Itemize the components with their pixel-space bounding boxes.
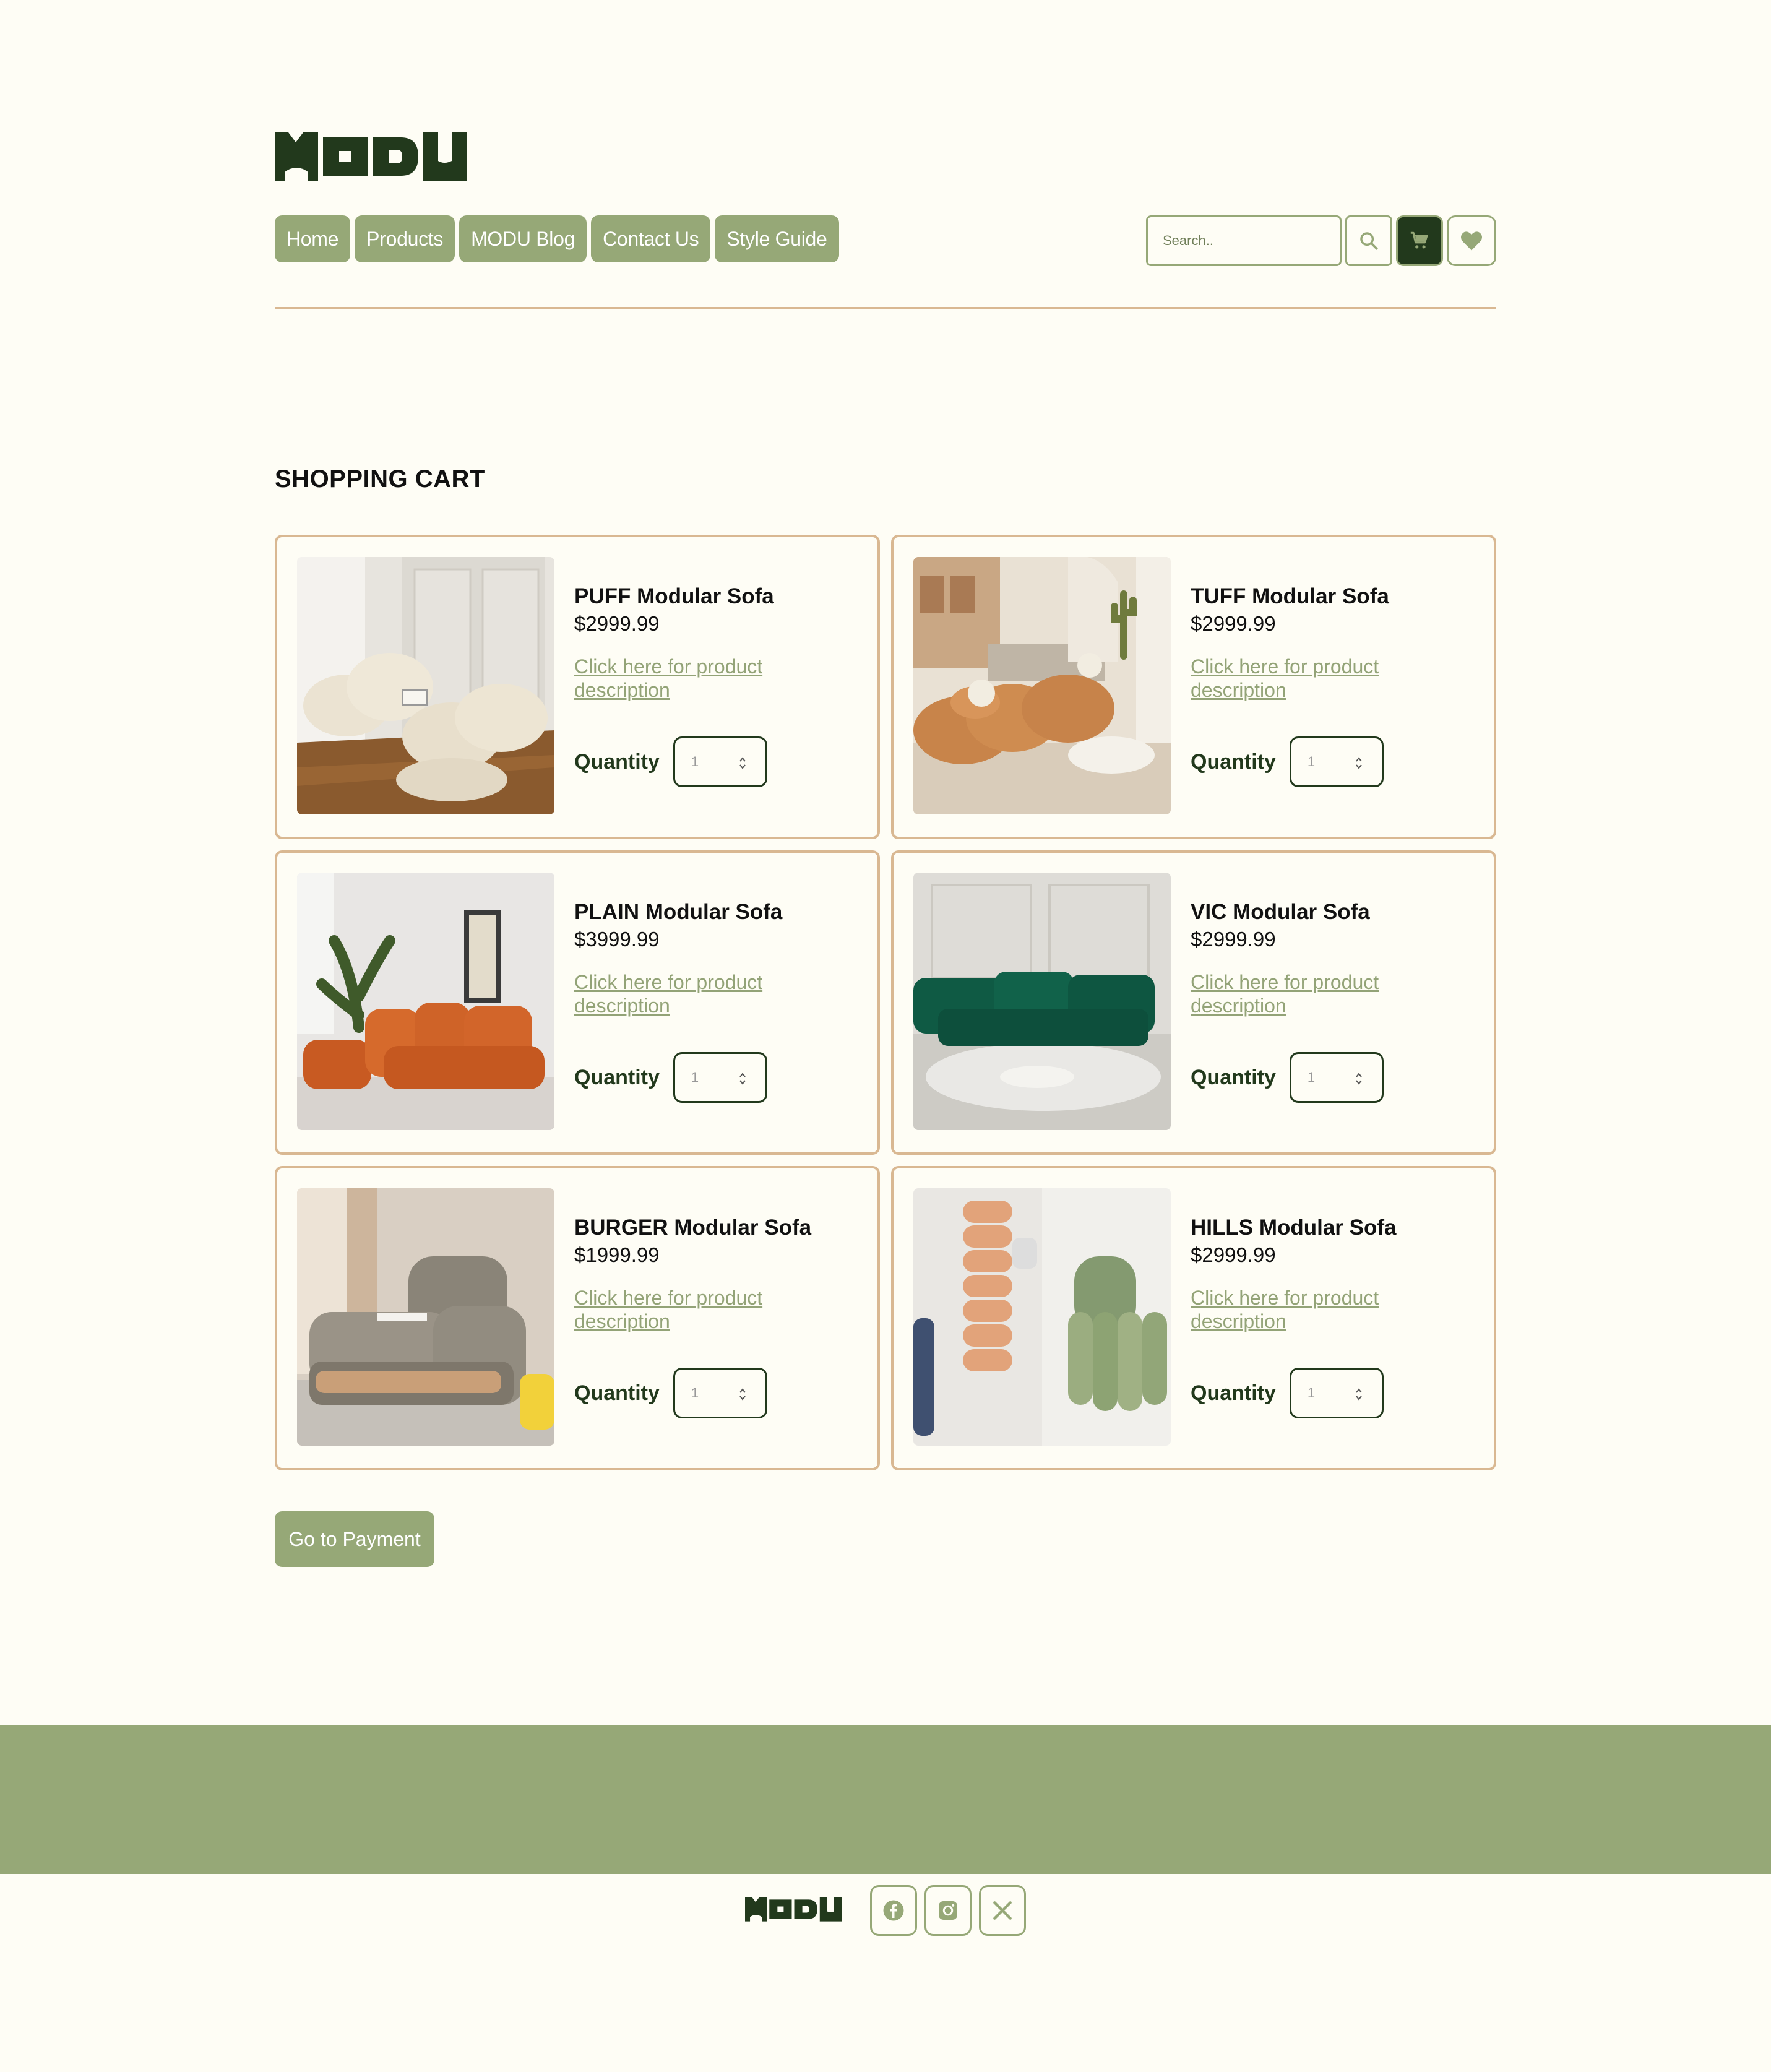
quantity-row: Quantity 1 xyxy=(1191,736,1384,787)
quantity-value: 1 xyxy=(1307,754,1316,769)
quantity-row: Quantity 1 xyxy=(574,736,767,787)
quantity-value: 1 xyxy=(691,1069,699,1085)
go-to-payment-button[interactable]: Go to Payment xyxy=(275,1511,434,1567)
product-description-link[interactable]: Click here for product description xyxy=(1191,655,1395,702)
product-description-link[interactable]: Click here for product description xyxy=(574,970,778,1017)
cart-grid: PUFF Modular Sofa $2999.99 Click here fo… xyxy=(275,535,1496,1470)
quantity-value: 1 xyxy=(1307,1385,1316,1401)
product-price: $2999.99 xyxy=(1191,1243,1276,1266)
modu-logo-icon xyxy=(275,132,467,181)
spinner-icon[interactable] xyxy=(738,1071,747,1086)
facebook-link[interactable] xyxy=(870,1885,917,1936)
search-button[interactable] xyxy=(1345,215,1392,266)
quantity-label: Quantity xyxy=(1191,1065,1276,1089)
spinner-icon[interactable] xyxy=(1355,1071,1363,1086)
product-price: $2999.99 xyxy=(1191,612,1276,635)
product-info: TUFF Modular Sofa $2999.99 Click here fo… xyxy=(1191,583,1395,702)
quantity-row: Quantity 1 xyxy=(574,1052,767,1103)
cart-item: TUFF Modular Sofa $2999.99 Click here fo… xyxy=(891,535,1496,839)
quantity-value: 1 xyxy=(691,754,699,769)
cart-item: HILLS Modular Sofa $2999.99 Click here f… xyxy=(891,1166,1496,1470)
quantity-label: Quantity xyxy=(574,1065,660,1089)
product-name: PUFF Modular Sofa xyxy=(574,584,774,608)
product-price: $2999.99 xyxy=(574,612,660,635)
heart-icon xyxy=(1461,231,1482,251)
footer xyxy=(745,1885,1026,1936)
product-image-green-sofa xyxy=(913,873,1171,1130)
product-name: VIC Modular Sofa xyxy=(1191,900,1370,924)
product-info: BURGER Modular Sofa $1999.99 Click here … xyxy=(574,1214,811,1333)
product-price: $1999.99 xyxy=(574,1243,660,1266)
quantity-label: Quantity xyxy=(574,1381,660,1405)
cart-item: VIC Modular Sofa $2999.99 Click here for… xyxy=(891,850,1496,1155)
nav-home[interactable]: Home xyxy=(275,215,351,262)
product-description-link[interactable]: Click here for product description xyxy=(574,1286,778,1333)
cart-icon xyxy=(1410,231,1428,249)
product-info: PLAIN Modular Sofa $3999.99 Click here f… xyxy=(574,899,782,1017)
modu-logo-icon xyxy=(745,1896,842,1922)
x-link[interactable] xyxy=(979,1885,1026,1936)
page-title: SHOPPING CART xyxy=(275,465,485,493)
search-icon xyxy=(1360,232,1378,250)
quantity-stepper[interactable]: 1 xyxy=(1289,1368,1384,1418)
quantity-label: Quantity xyxy=(574,749,660,774)
quantity-stepper[interactable]: 1 xyxy=(673,1368,767,1418)
quantity-stepper[interactable]: 1 xyxy=(673,736,767,787)
cart-button[interactable] xyxy=(1396,215,1443,266)
product-price: $2999.99 xyxy=(1191,928,1276,951)
spinner-icon[interactable] xyxy=(1355,1387,1363,1402)
product-image-tan-sofa xyxy=(913,557,1171,814)
cart-item: BURGER Modular Sofa $1999.99 Click here … xyxy=(275,1166,880,1470)
product-name: BURGER Modular Sofa xyxy=(574,1215,812,1240)
brand-logo[interactable] xyxy=(275,132,467,181)
nav-products[interactable]: Products xyxy=(355,215,455,262)
instagram-icon xyxy=(939,1901,957,1920)
quantity-row: Quantity 1 xyxy=(574,1368,767,1418)
quantity-stepper[interactable]: 1 xyxy=(673,1052,767,1103)
quantity-label: Quantity xyxy=(1191,1381,1276,1405)
quantity-value: 1 xyxy=(1307,1069,1316,1085)
quantity-row: Quantity 1 xyxy=(1191,1052,1384,1103)
cart-item: PUFF Modular Sofa $2999.99 Click here fo… xyxy=(275,535,880,839)
nav-contact-us[interactable]: Contact Us xyxy=(591,215,711,262)
product-name: HILLS Modular Sofa xyxy=(1191,1215,1397,1240)
spinner-icon[interactable] xyxy=(738,756,747,771)
quantity-label: Quantity xyxy=(1191,749,1276,774)
wishlist-button[interactable] xyxy=(1447,215,1496,266)
main-nav: Home Products MODU Blog Contact Us Style… xyxy=(275,215,839,262)
product-info: HILLS Modular Sofa $2999.99 Click here f… xyxy=(1191,1214,1397,1333)
quantity-row: Quantity 1 xyxy=(1191,1368,1384,1418)
nav-modu-blog[interactable]: MODU Blog xyxy=(459,215,587,262)
search-input[interactable] xyxy=(1146,215,1342,266)
spinner-icon[interactable] xyxy=(738,1387,747,1402)
instagram-link[interactable] xyxy=(924,1885,972,1936)
product-description-link[interactable]: Click here for product description xyxy=(1191,970,1395,1017)
product-description-link[interactable]: Click here for product description xyxy=(574,655,778,702)
footer-band xyxy=(0,1725,1771,1874)
header-tools xyxy=(1146,215,1496,266)
footer-logo[interactable] xyxy=(745,1896,842,1925)
facebook-icon xyxy=(883,1900,904,1921)
product-description-link[interactable]: Click here for product description xyxy=(1191,1286,1395,1333)
product-price: $3999.99 xyxy=(574,928,660,951)
product-image-orange-sofa xyxy=(297,873,554,1130)
product-image-ribbed-chairs xyxy=(913,1188,1171,1446)
spinner-icon[interactable] xyxy=(1355,756,1363,771)
header-divider xyxy=(275,307,1496,309)
product-info: PUFF Modular Sofa $2999.99 Click here fo… xyxy=(574,583,778,702)
product-name: TUFF Modular Sofa xyxy=(1191,584,1389,608)
product-image-gray-armchair xyxy=(297,1188,554,1446)
quantity-value: 1 xyxy=(691,1385,699,1401)
quantity-stepper[interactable]: 1 xyxy=(1289,1052,1384,1103)
quantity-stepper[interactable]: 1 xyxy=(1289,736,1384,787)
nav-style-guide[interactable]: Style Guide xyxy=(715,215,839,262)
cart-item: PLAIN Modular Sofa $3999.99 Click here f… xyxy=(275,850,880,1155)
x-icon xyxy=(993,1901,1012,1920)
product-image-cream-sofa xyxy=(297,557,554,814)
product-name: PLAIN Modular Sofa xyxy=(574,900,783,924)
product-info: VIC Modular Sofa $2999.99 Click here for… xyxy=(1191,899,1395,1017)
